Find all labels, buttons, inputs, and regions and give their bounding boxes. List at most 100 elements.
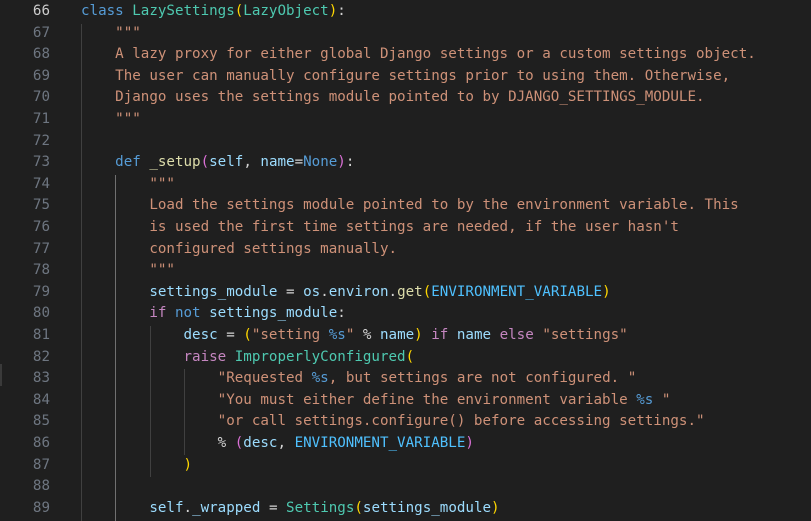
code-token: """ (81, 24, 141, 41)
code-text[interactable]: % (desc, ENVIRONMENT_VARIABLE) (81, 433, 474, 455)
code-line[interactable]: 74 """ (0, 174, 811, 196)
code-text[interactable]: The user can manually configure settings… (81, 66, 730, 88)
code-line[interactable]: 80 if not settings_module: (0, 303, 811, 325)
code-text[interactable]: self._wrapped = Settings(settings_module… (81, 498, 500, 520)
code-line[interactable]: 69 The user can manually configure setti… (0, 66, 811, 88)
line-number[interactable]: 68 (0, 44, 50, 66)
code-token: ) (414, 327, 423, 343)
line-number[interactable]: 76 (0, 217, 50, 239)
code-token: desc (183, 327, 218, 343)
line-number[interactable]: 75 (0, 195, 50, 217)
code-token: else (499, 327, 543, 343)
line-number[interactable]: 82 (0, 347, 50, 369)
line-number[interactable]: 77 (0, 239, 50, 261)
code-text[interactable]: class LazySettings(LazyObject): (81, 1, 346, 23)
code-token: ( (243, 327, 252, 343)
code-text[interactable]: Load the settings module pointed to by t… (81, 195, 738, 217)
code-line[interactable]: 72 (0, 131, 811, 153)
code-line[interactable]: 75 Load the settings module pointed to b… (0, 195, 811, 217)
code-editor[interactable]: 66 class LazySettings(LazyObject): 67 """ 6… (0, 0, 811, 521)
code-line[interactable]: 85 "or call settings.configure() before … (0, 411, 811, 433)
code-text[interactable]: """ (81, 23, 141, 45)
line-number[interactable]: 66 (0, 1, 50, 23)
line-number[interactable]: 84 (0, 390, 50, 412)
code-text[interactable]: "You must either define the environment … (81, 390, 671, 412)
line-number[interactable]: 74 (0, 174, 50, 196)
line-number[interactable]: 73 (0, 152, 50, 174)
code-text[interactable]: settings_module = os.environ.get(ENVIRON… (81, 282, 611, 304)
line-number[interactable]: 88 (0, 476, 50, 498)
line-number[interactable]: 81 (0, 325, 50, 347)
code-text[interactable]: configured settings manually. (81, 239, 397, 261)
code-line[interactable]: 67 """ (0, 23, 811, 45)
code-line[interactable]: 76 is used the first time settings are n… (0, 217, 811, 239)
code-line[interactable]: 70 Django uses the settings module point… (0, 87, 811, 109)
code-line[interactable]: 78 """ (0, 260, 811, 282)
code-token: name (456, 327, 492, 343)
code-token: name (379, 327, 415, 343)
code-text[interactable]: ) (81, 455, 193, 477)
code-line[interactable]: 87 ) (0, 455, 811, 477)
code-text[interactable]: "or call settings.configure() before acc… (81, 411, 705, 433)
code-token: self (209, 154, 244, 171)
code-text[interactable]: if not settings_module: (81, 303, 346, 325)
line-number[interactable]: 85 (0, 411, 50, 433)
line-number[interactable]: 71 (0, 109, 50, 131)
code-line[interactable]: 66 class LazySettings(LazyObject): (0, 1, 811, 23)
code-line[interactable]: 89 self._wrapped = Settings(settings_mod… (0, 498, 811, 520)
line-number[interactable]: 79 (0, 282, 50, 304)
line-number[interactable]: 69 (0, 66, 50, 88)
code-token: = (217, 327, 244, 343)
code-line[interactable]: 73 def _setup(self, name=None): (0, 152, 811, 174)
line-number[interactable]: 70 (0, 87, 50, 109)
code-text[interactable]: Django uses the settings module pointed … (81, 87, 704, 109)
code-token: settings_module (362, 499, 492, 516)
code-line[interactable]: 88 (0, 476, 811, 498)
code-text[interactable]: A lazy proxy for either global Django se… (81, 44, 756, 66)
code-text[interactable]: def _setup(self, name=None): (81, 152, 354, 174)
code-token: A lazy proxy for either global Django se… (81, 46, 756, 63)
code-text[interactable]: """ (81, 174, 175, 196)
code-token: "You must either define the environment … (217, 391, 637, 408)
line-number[interactable]: 86 (0, 433, 50, 455)
code-line[interactable]: 68 A lazy proxy for either global Django… (0, 44, 811, 66)
code-token: : (337, 305, 346, 322)
code-line[interactable]: 77 configured settings manually. (0, 239, 811, 261)
code-token: ) (491, 499, 500, 516)
code-token: ) (183, 456, 193, 473)
code-text[interactable]: """ (81, 260, 175, 282)
code-line[interactable]: 83 "Requested %s, but settings are not c… (0, 368, 811, 390)
code-text[interactable]: "Requested %s, but settings are not conf… (81, 368, 637, 390)
code-token: = (260, 499, 287, 516)
line-number[interactable]: 83 (0, 368, 50, 390)
line-number[interactable]: 87 (0, 455, 50, 477)
code-text[interactable]: is used the first time settings are need… (81, 217, 679, 239)
code-text[interactable]: """ (81, 109, 141, 131)
code-token: "or call settings.configure() before acc… (217, 413, 705, 430)
line-number[interactable]: 72 (0, 131, 50, 153)
code-line[interactable]: 81 desc = ("setting %s" % name) if name … (0, 325, 811, 347)
code-token: % (354, 327, 380, 343)
code-token: class (81, 3, 133, 19)
code-text[interactable]: desc = ("setting %s" % name) if name els… (81, 325, 628, 347)
code-line[interactable]: 86 % (desc, ENVIRONMENT_VARIABLE) (0, 433, 811, 455)
code-line[interactable]: 82 raise ImproperlyConfigured( (0, 347, 811, 369)
line-number[interactable]: 78 (0, 260, 50, 282)
code-token: ) (602, 283, 611, 300)
line-number[interactable]: 67 (0, 23, 50, 45)
code-token: name (260, 154, 295, 171)
line-number[interactable]: 80 (0, 303, 50, 325)
code-token: settings_module (209, 305, 338, 322)
code-token: . (388, 283, 398, 300)
line-number[interactable]: 89 (0, 498, 50, 520)
code-line[interactable]: 79 settings_module = os.environ.get(ENVI… (0, 282, 811, 304)
code-line[interactable]: 84 "You must either define the environme… (0, 390, 811, 412)
code-line[interactable]: 71 """ (0, 109, 811, 131)
code-text[interactable]: raise ImproperlyConfigured( (81, 347, 415, 369)
